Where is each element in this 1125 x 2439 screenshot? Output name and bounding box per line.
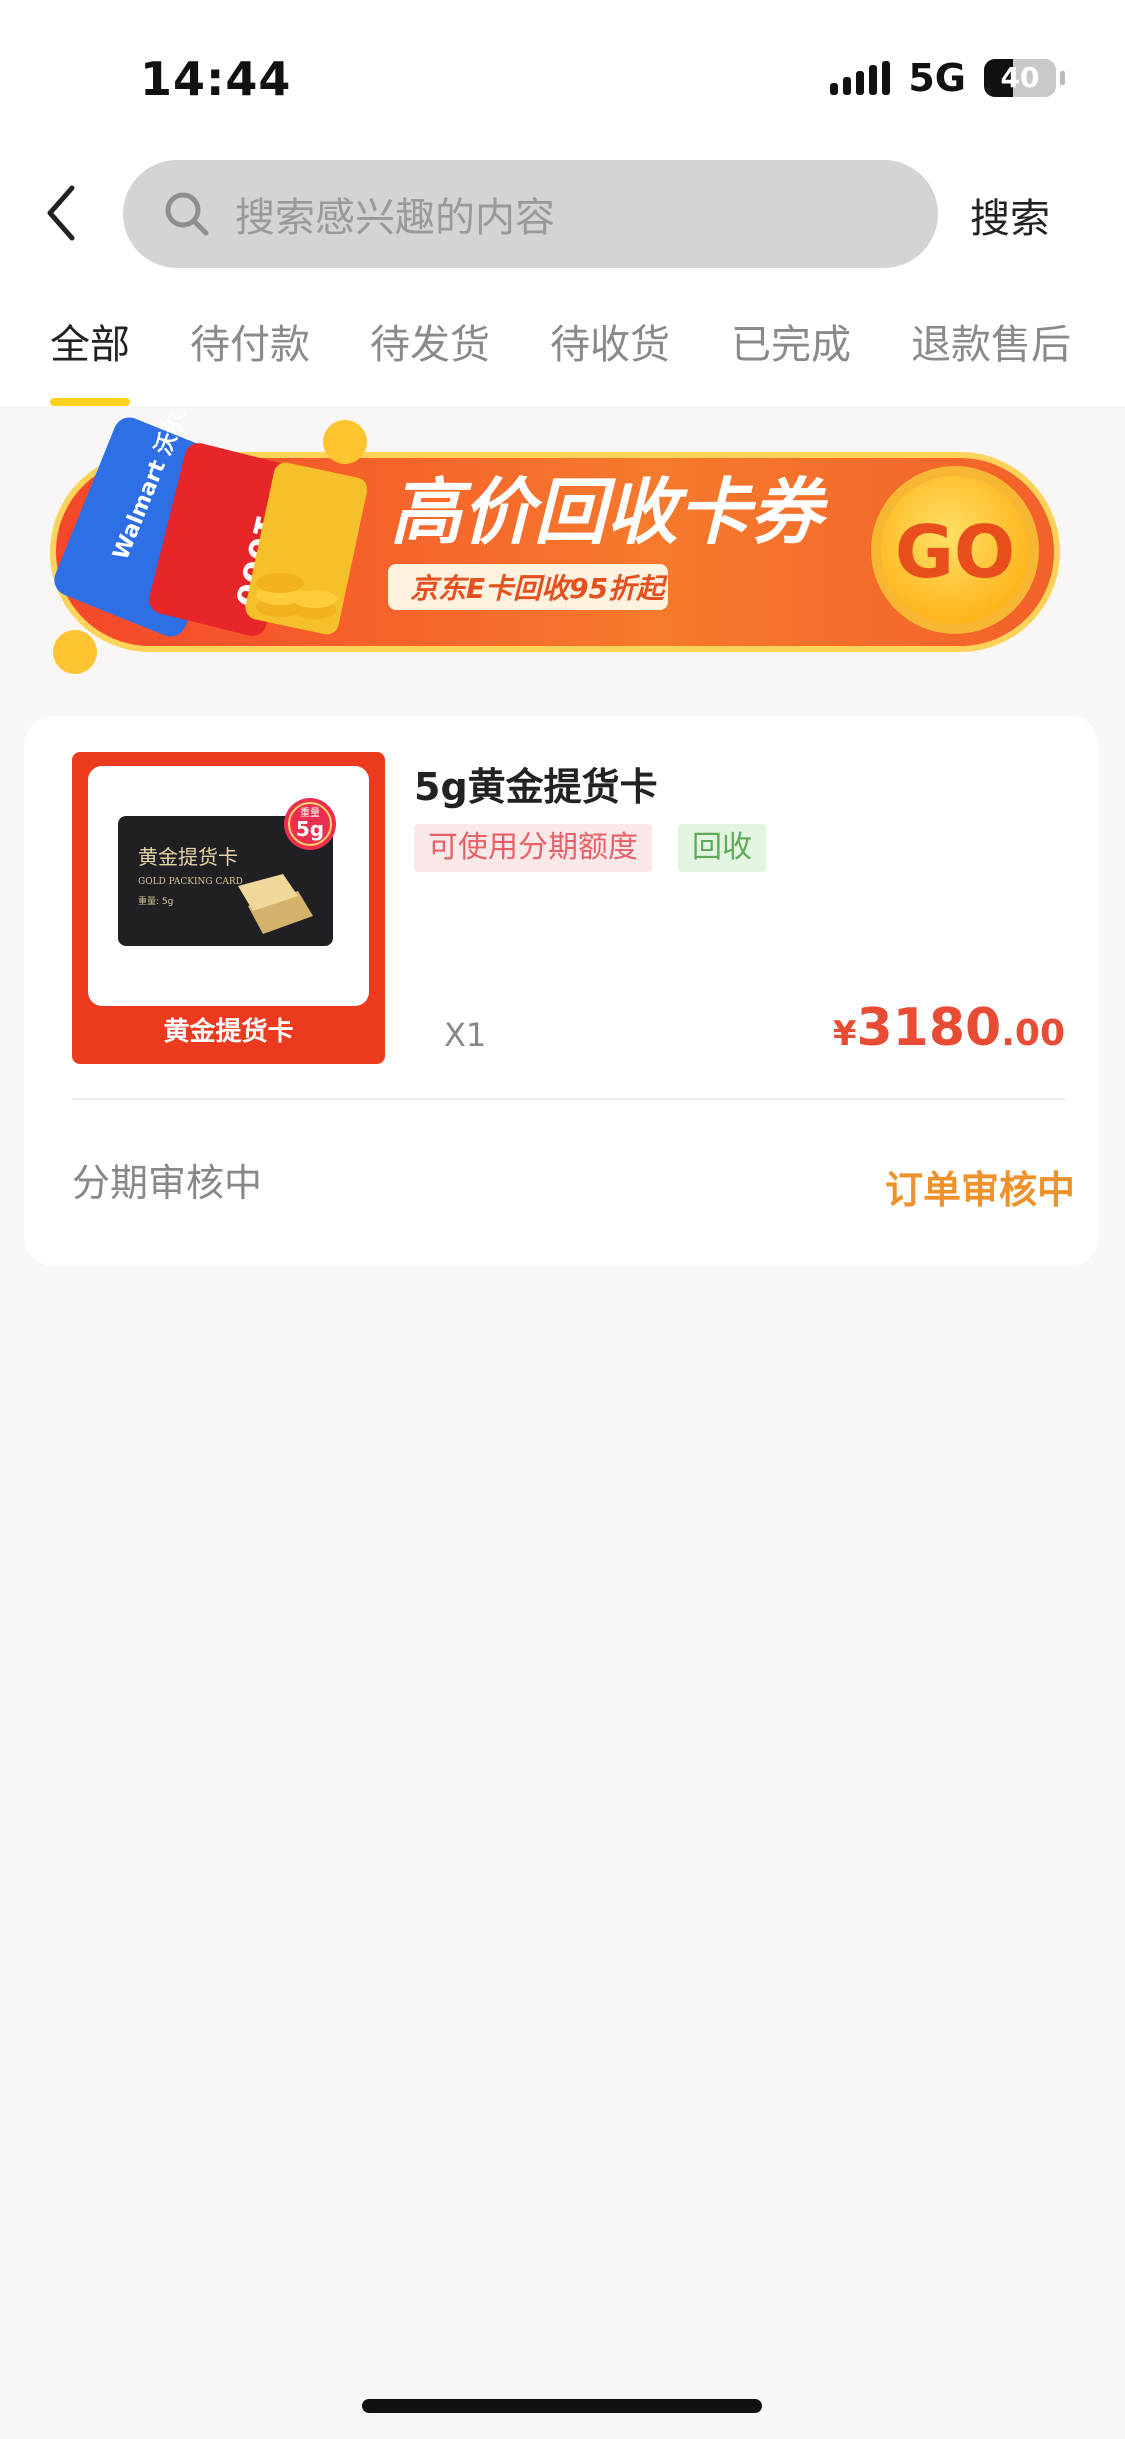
status-time: 14:44 <box>140 52 292 106</box>
price-currency: ¥ <box>832 1014 857 1054</box>
price-integer: 3180 <box>856 998 1002 1058</box>
gold-card-image: 黄金提货卡 GOLD PACKING CARD 重量: 5g 重量 5g <box>118 798 336 946</box>
tab-refund-aftersale[interactable]: 退款售后 <box>911 312 1071 370</box>
order-card[interactable]: 黄金提货卡 GOLD PACKING CARD 重量: 5g 重量 5g 黄金提… <box>24 716 1099 1266</box>
header-area: 14:44 5G 40 搜索感兴趣的内容 搜索 全部 待付款 待发货 待收货 已… <box>0 0 1125 406</box>
status-indicators: 5G 40 <box>830 56 1065 100</box>
search-icon <box>165 192 209 236</box>
banner-subline: 京东E卡回收95折起 <box>410 572 668 605</box>
banner-graphic: Walmart 沃尔玛 1000 高价回收卡券 京东E卡回收95折起 GO <box>50 388 1060 674</box>
tab-pending-receipt[interactable]: 待收货 <box>550 312 670 370</box>
product-title[interactable]: 5g黄金提货卡 <box>414 756 658 811</box>
recycle-tag: 回收 <box>678 824 766 872</box>
search-input[interactable]: 搜索感兴趣的内容 <box>123 160 938 268</box>
banner-headline: 高价回收卡券 <box>390 470 829 554</box>
order-status: 订单审核中 <box>884 1168 1075 1212</box>
order-tabs: 全部 待付款 待发货 待收货 已完成 退款售后 <box>0 312 1125 406</box>
product-quantity: X1 <box>444 1016 487 1054</box>
thumb-card-title: 黄金提货卡 <box>138 845 238 869</box>
battery-percent: 40 <box>1000 61 1040 94</box>
price-decimal: .00 <box>1001 1013 1065 1054</box>
installment-status: 分期审核中 <box>72 1161 263 1205</box>
thumb-card-subtitle: GOLD PACKING CARD <box>138 877 243 887</box>
chevron-left-icon <box>47 185 75 241</box>
thumb-card-weight: 重量: 5g <box>138 895 173 907</box>
recycle-promo-banner[interactable]: Walmart 沃尔玛 1000 高价回收卡券 京东E卡回收95折起 GO <box>50 388 1060 682</box>
tab-all[interactable]: 全部 <box>50 312 130 370</box>
active-tab-indicator <box>50 398 130 406</box>
home-indicator[interactable] <box>362 2399 762 2413</box>
product-price: ¥3180.00 <box>833 998 1065 1058</box>
tab-pending-shipment[interactable]: 待发货 <box>370 312 490 370</box>
cellular-signal-icon <box>830 61 891 95</box>
back-button[interactable] <box>40 180 90 246</box>
battery-icon: 40 <box>984 59 1056 97</box>
tab-pending-payment[interactable]: 待付款 <box>190 312 310 370</box>
product-thumbnail[interactable]: 黄金提货卡 GOLD PACKING CARD 重量: 5g 重量 5g 黄金提… <box>72 752 385 1064</box>
thumbnail-caption: 黄金提货卡 <box>163 1017 294 1047</box>
card-divider <box>72 1098 1065 1100</box>
battery-tip <box>1060 71 1065 85</box>
installment-tag: 可使用分期额度 <box>414 824 652 872</box>
thumb-badge-bottom: 5g <box>296 817 324 841</box>
banner-cta: GO <box>895 510 1015 594</box>
network-type: 5G <box>908 56 966 100</box>
search-placeholder: 搜索感兴趣的内容 <box>235 195 555 241</box>
tab-completed[interactable]: 已完成 <box>731 312 851 370</box>
search-button[interactable]: 搜索 <box>970 186 1050 244</box>
thumbnail-inner: 黄金提货卡 GOLD PACKING CARD 重量: 5g 重量 5g <box>88 766 369 1006</box>
